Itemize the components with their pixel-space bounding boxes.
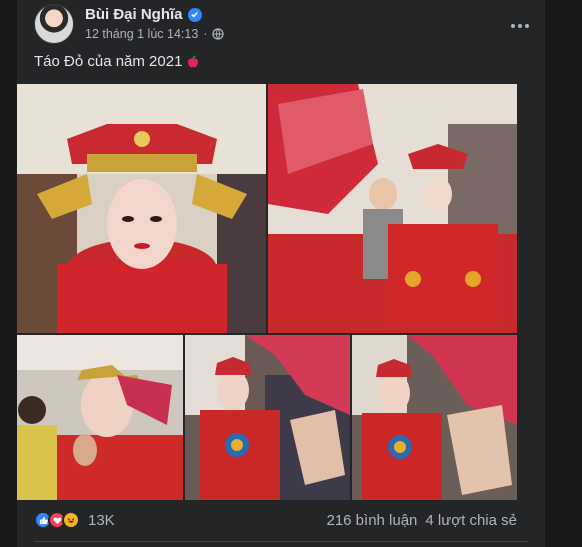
photo-3[interactable] <box>17 335 183 500</box>
reaction-summary[interactable]: 13K <box>34 511 115 529</box>
haha-icon <box>62 511 80 529</box>
post-caption: Táo Đỏ của năm 2021 <box>34 53 200 70</box>
post-card: Bùi Đại Nghĩa 12 tháng 1 lúc 14:13 · Táo… <box>17 0 545 547</box>
author-name[interactable]: Bùi Đại Nghĩa <box>85 6 183 23</box>
post-header: Bùi Đại Nghĩa 12 tháng 1 lúc 14:13 · <box>34 4 545 48</box>
more-options-button[interactable] <box>502 8 538 44</box>
photo-5[interactable] <box>352 335 517 500</box>
reaction-count: 13K <box>88 511 115 529</box>
globe-icon[interactable] <box>212 28 225 40</box>
post-meta: 12 tháng 1 lúc 14:13 · <box>85 27 225 41</box>
avatar[interactable] <box>34 4 74 44</box>
author-row: Bùi Đại Nghĩa <box>85 6 202 23</box>
photo-4[interactable] <box>185 335 350 500</box>
photo-gallery <box>17 84 545 500</box>
photo-2[interactable] <box>268 84 517 333</box>
meta-separator: · <box>203 27 208 41</box>
comments-count[interactable]: 216 bình luận <box>326 512 417 529</box>
more-horizontal-icon <box>511 24 529 28</box>
shares-count[interactable]: 4 lượt chia sẻ <box>425 512 517 529</box>
engagement-stats: 216 bình luận 4 lượt chia sẻ <box>326 512 517 529</box>
page-background-strip <box>545 0 582 547</box>
red-apple-icon <box>186 54 200 69</box>
photo-1[interactable] <box>17 84 266 333</box>
post-timestamp[interactable]: 12 tháng 1 lúc 14:13 <box>85 27 198 41</box>
caption-text: Táo Đỏ của năm 2021 <box>34 53 183 70</box>
divider <box>34 541 528 542</box>
verified-badge-icon <box>187 7 202 22</box>
